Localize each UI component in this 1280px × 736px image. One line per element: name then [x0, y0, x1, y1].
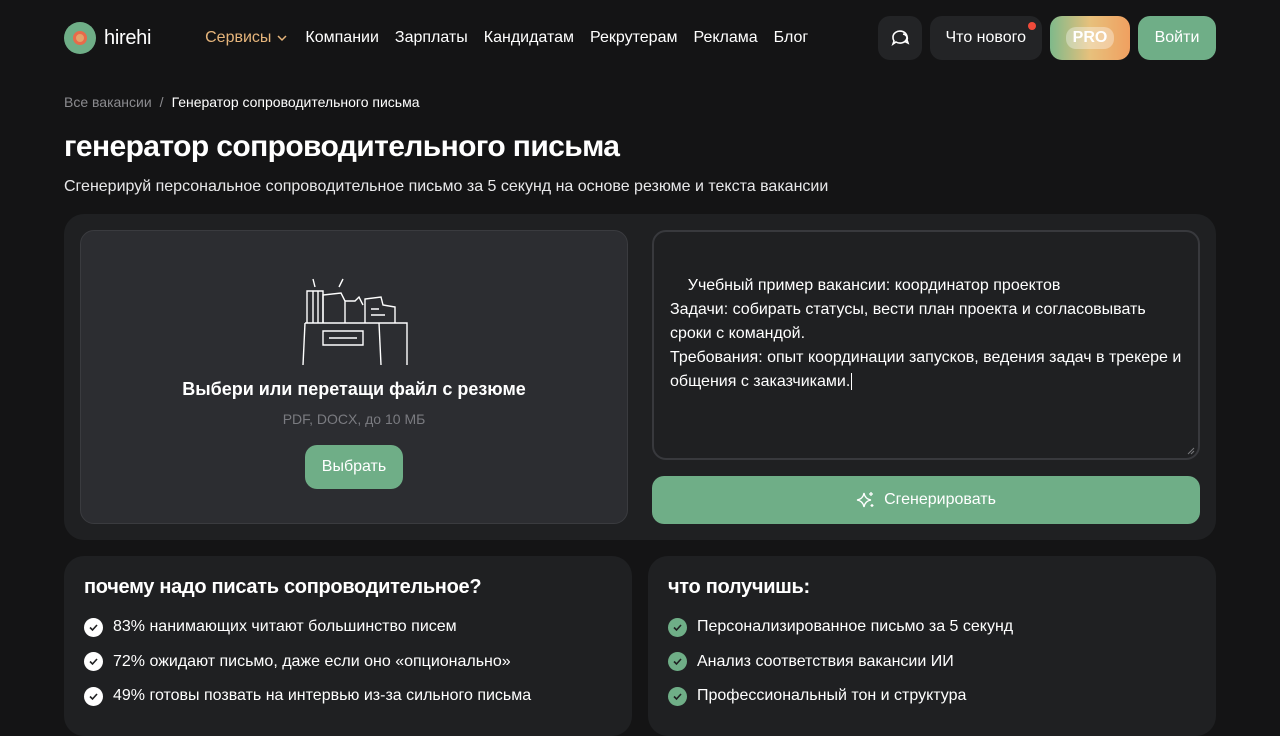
nav-label-services: Сервисы — [205, 29, 272, 46]
list-item: 49% готовы позвать на интервью из-за сил… — [84, 684, 612, 708]
benefits-list: Персонализированное письмо за 5 секунд А… — [668, 615, 1196, 708]
logo-text: hirehi — [104, 26, 152, 49]
upload-title: Выбери или перетащи файл с резюме — [182, 379, 526, 399]
list-item: Анализ соответствия вакансии ИИ — [668, 650, 1196, 674]
benefits-title: что получишь: — [668, 576, 810, 598]
nav-item-salaries[interactable]: Зарплаты — [395, 29, 468, 47]
list-item-text: 72% ожидают письмо, даже если оно «опцио… — [113, 652, 511, 670]
breadcrumb-parent-link[interactable]: Все вакансии — [64, 94, 152, 110]
benefits-card: что получишь: Персонализированное письмо… — [648, 556, 1216, 736]
nav-item-recruiters[interactable]: Рекрутерам — [590, 29, 677, 47]
list-item: 72% ожидают письмо, даже если оно «опцио… — [84, 650, 612, 674]
check-icon — [668, 617, 687, 637]
list-item-text: Персонализированное письмо за 5 секунд — [697, 618, 1014, 635]
header-actions: Что нового PRO Войти — [877, 16, 1216, 60]
list-item: Профессиональный тон и структура — [668, 684, 1196, 708]
main-nav: Сервисы Компании Зарплаты Кандидатам Рек… — [205, 29, 808, 47]
check-icon — [668, 686, 687, 706]
chat-button[interactable] — [877, 16, 922, 60]
upload-hint: PDF, DOCX, до 10 МБ — [282, 411, 426, 427]
why-list: 83% нанимающих читают большинство писем … — [84, 615, 612, 708]
sparkles-icon — [856, 492, 874, 508]
pro-label: PRO — [1065, 27, 1115, 49]
list-item: Персонализированное письмо за 5 секунд — [668, 615, 1196, 639]
nav-item-ads[interactable]: Реклама — [693, 29, 757, 47]
login-button[interactable]: Войти — [1138, 16, 1216, 60]
pro-button[interactable]: PRO — [1050, 16, 1130, 60]
logo[interactable]: hirehi — [64, 22, 151, 54]
page-subtitle: Сгенерируй персональное сопроводительное… — [64, 178, 829, 195]
nav-item-candidates[interactable]: Кандидатам — [484, 29, 574, 47]
nav-item-services[interactable]: Сервисы — [205, 29, 289, 47]
desk-illustration-icon — [302, 278, 408, 365]
breadcrumb: Все вакансии / Генератор сопроводительно… — [64, 94, 419, 110]
text-cursor — [851, 373, 853, 390]
generate-label: Сгенерировать — [884, 491, 996, 508]
choose-file-button[interactable]: Выбрать — [305, 445, 403, 489]
vacancy-textarea[interactable]: Учебный пример вакансии: координатор про… — [652, 230, 1200, 460]
list-item-text: Профессиональный тон и структура — [697, 687, 967, 704]
generator-panel: Выбери или перетащи файл с резюме PDF, D… — [64, 214, 1216, 540]
resize-handle-icon[interactable] — [1185, 445, 1195, 455]
list-item-text: 49% готовы позвать на интервью из-за сил… — [113, 687, 532, 704]
whats-new-button[interactable]: Что нового — [929, 16, 1042, 60]
check-icon — [84, 617, 103, 637]
why-title: почему надо писать сопроводительное? — [84, 576, 482, 598]
why-card: почему надо писать сопроводительное? 83%… — [64, 556, 632, 736]
check-icon — [668, 652, 687, 671]
check-icon — [84, 652, 103, 671]
page-title: генератор сопроводительного письма — [64, 130, 620, 163]
logo-icon — [64, 22, 96, 54]
vacancy-text: Учебный пример вакансии: координатор про… — [670, 277, 1182, 390]
chat-icon — [891, 30, 909, 46]
chevron-down-icon — [277, 35, 287, 42]
resume-dropzone[interactable]: Выбери или перетащи файл с резюме PDF, D… — [80, 230, 628, 524]
nav-item-companies[interactable]: Компании — [305, 29, 379, 47]
breadcrumb-current: Генератор сопроводительного письма — [171, 94, 420, 110]
breadcrumb-separator: / — [159, 94, 164, 110]
list-item-text: 83% нанимающих читают большинство писем — [113, 618, 457, 635]
check-icon — [84, 686, 103, 706]
nav-item-blog[interactable]: Блог — [774, 29, 809, 47]
list-item-text: Анализ соответствия вакансии ИИ — [697, 652, 954, 670]
notification-dot — [1028, 22, 1036, 30]
site-header: hirehi Сервисы Компании Зарплаты Кандида… — [64, 16, 1216, 60]
list-item: 83% нанимающих читают большинство писем — [84, 615, 612, 639]
generate-button[interactable]: Сгенерировать — [652, 476, 1200, 524]
whats-new-label: Что нового — [945, 29, 1027, 46]
